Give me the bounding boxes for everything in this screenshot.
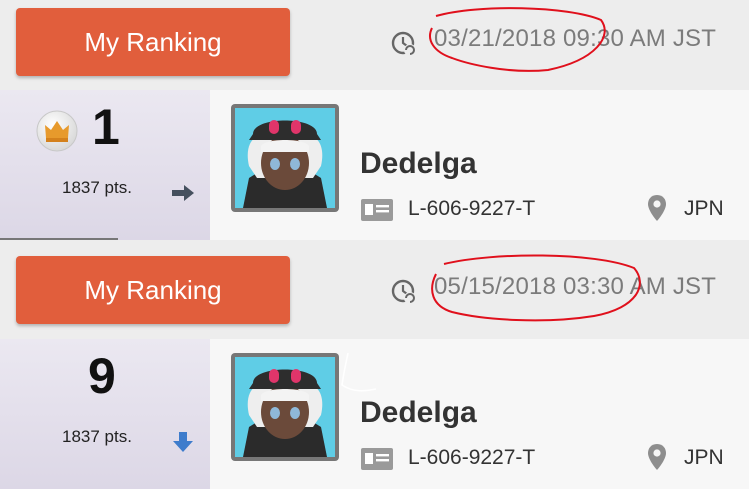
points: 1837 pts. (62, 178, 132, 197)
clock-refresh-icon (391, 31, 416, 56)
id-card-icon (361, 448, 393, 470)
arrow-down-icon (173, 432, 193, 452)
player-name: Dedelga (360, 396, 477, 429)
my-ranking-button[interactable]: My Ranking (16, 8, 290, 76)
rank-panel: 9 1837 pts. (0, 339, 210, 489)
timestamp: 03/21/2018 09:30 AM JST (434, 25, 717, 52)
location-pin-icon (648, 444, 666, 470)
location-pin-icon (648, 195, 666, 221)
avatar (231, 353, 339, 461)
white-stroke-mark (341, 352, 377, 392)
clock-refresh-icon (391, 279, 416, 304)
player-id: L-606-9227-T (408, 446, 536, 469)
my-ranking-button[interactable]: My Ranking (16, 256, 290, 324)
id-card-icon (361, 199, 393, 221)
ranking-card[interactable]: 9 1837 pts. Dedelga L-606-9227-T JPN (0, 339, 749, 489)
rank-panel: 1 1837 pts. (0, 90, 210, 240)
player-name: Dedelga (360, 147, 477, 180)
player-country: JPN (684, 446, 724, 469)
timestamp: 05/15/2018 03:30 AM JST (434, 273, 717, 300)
player-id: L-606-9227-T (408, 197, 536, 220)
divider (0, 238, 118, 240)
player-country: JPN (684, 197, 724, 220)
ranking-header: My Ranking 03/21/2018 09:30 AM JST (0, 0, 749, 88)
arrow-right-icon (172, 185, 194, 201)
ranking-card[interactable]: 1 1837 pts. Dedelga L-606-9227-T JPN (0, 90, 749, 240)
rank-number: 1 (92, 99, 120, 155)
rank-number: 9 (88, 348, 116, 404)
points: 1837 pts. (62, 427, 132, 446)
avatar (231, 104, 339, 212)
crown-icon (36, 110, 78, 152)
ranking-header: My Ranking 05/15/2018 03:30 AM JST (0, 248, 749, 336)
